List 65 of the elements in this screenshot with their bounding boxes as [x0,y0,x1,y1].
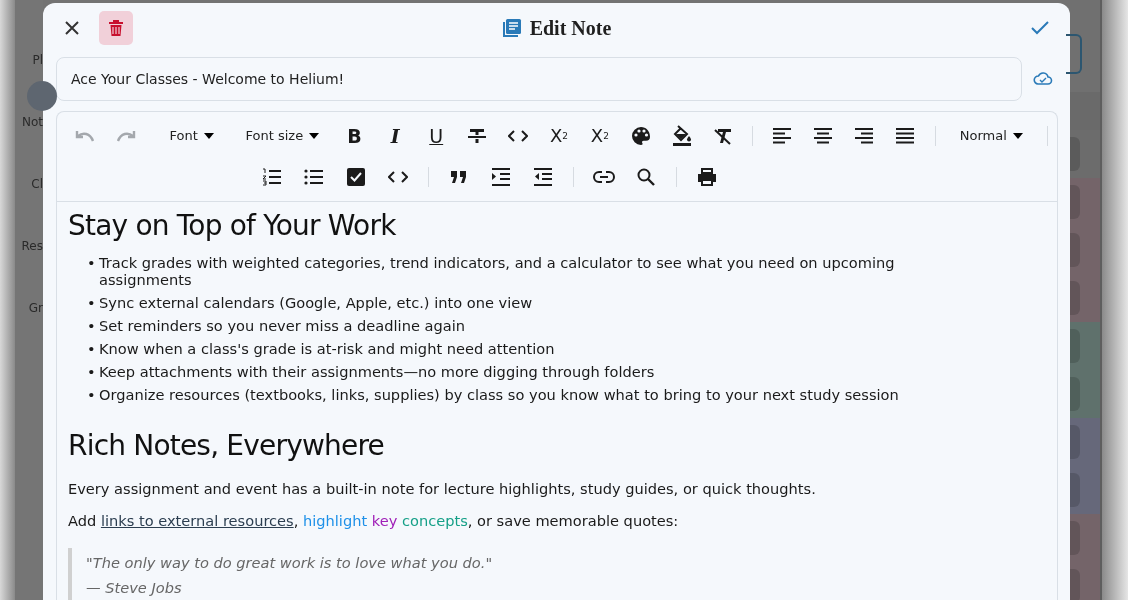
strikethrough-icon [467,126,488,145]
code-icon [388,170,408,183]
align-right-icon [854,127,875,144]
caret-icon [203,132,214,139]
list-item: Set reminders so you never miss a deadline again [99,317,465,334]
sidebar-label: Cl [31,176,43,192]
sidebar-label: Pl [32,52,43,68]
trash-icon [108,19,124,37]
font-size-dropdown[interactable]: Font size [230,119,334,152]
link-icon [593,170,615,183]
code-icon [508,129,529,142]
bold-button[interactable]: B [333,119,375,152]
outdent-icon [533,167,553,186]
quote-icon [451,170,467,183]
cloud-check-icon [1033,71,1053,87]
search-icon [637,167,655,186]
list-item: Track grades with weighted categories, trend indicators, and a calculator to see what you need on upcoming assignments [99,254,896,288]
bullet: • [87,340,93,357]
paint-bucket-icon [671,124,692,147]
align-justify-icon [895,127,916,144]
sidebar-label: Gr [28,300,43,316]
title-field[interactable]: Ace Your Classes - Welcome to Helium! [56,57,1022,101]
caret-icon [1012,132,1023,139]
dialog-title: Edit Note [529,16,612,40]
palette-icon [630,125,651,146]
clear-format-icon [712,126,733,145]
sidebar-label: Res [21,238,43,254]
undo-icon [74,128,97,143]
paragraph: Add links to external resources, highlight key concepts, or save memorable quotes: [68,511,680,531]
list-item: Sync external calendars (Google, Apple, etc.) into one view [99,294,533,311]
block-style-dropdown[interactable]: Normal [944,119,1039,152]
bullet: • [87,294,93,311]
quote-line: "The only way to do great work is to love what you do." [86,553,494,573]
font-dropdown[interactable]: Font [152,119,231,152]
align-center-icon [813,127,834,144]
close-icon [63,19,81,37]
numbered-list-icon [262,167,282,186]
check-icon [1030,20,1050,36]
superscript-button[interactable]: X$^{2}$ [579,119,621,152]
italic-button[interactable]: I [374,119,416,152]
list-item: Know when a class's grade is at-risk and might need attention [99,340,555,357]
list-item: Keep attachments with their assignments—no more digging through folders [99,363,655,380]
sidebar-label: Not [21,114,43,130]
paragraph: Every assignment and event has a built-in note for lecture highlights, study guides, or quick thoughts. [68,479,817,499]
caret-icon [309,132,320,139]
printer-icon [697,167,717,186]
checkbox-icon [347,167,365,186]
heading: Rich Notes, Everywhere [68,428,385,464]
avatar-icon [27,81,57,111]
link[interactable]: links to external resources [100,512,294,529]
list-item: Organize resources (textbooks, links, supplies) by class so you know what to bring to your next study session [99,386,899,403]
align-left-icon [772,127,793,144]
notebook-icon [501,18,522,38]
bullet: • [87,254,93,273]
indent-icon [491,167,511,186]
bullet: • [87,363,93,380]
bullet: • [87,386,93,403]
underline-button[interactable]: U [415,119,457,152]
bullet: • [87,317,93,334]
bullet-list-icon [304,168,324,185]
delete-button[interactable] [99,11,133,45]
outlined-button[interactable] [1066,34,1082,74]
quote-line: — Steve Jobs [86,578,183,598]
heading: Stay on Top of Your Work [68,208,397,244]
redo-icon [115,128,138,143]
